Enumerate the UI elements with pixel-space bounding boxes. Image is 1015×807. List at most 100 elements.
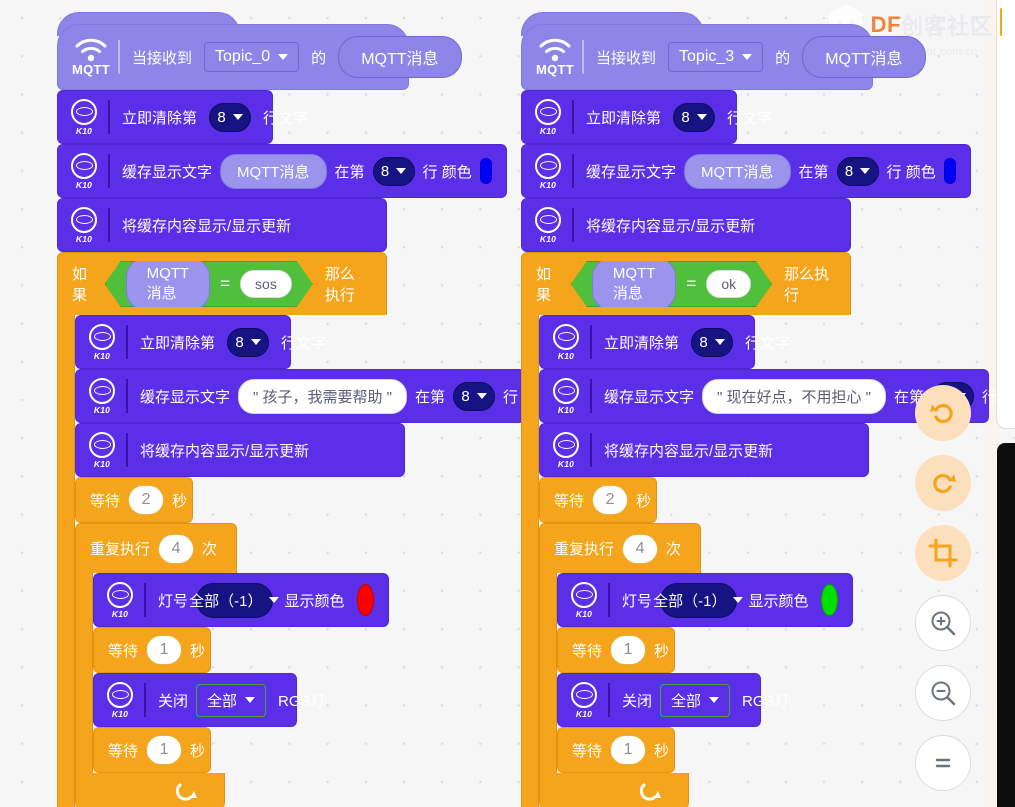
k10-device-icon: K10	[566, 580, 602, 620]
boolean-equals-block[interactable]: MQTT消息 = sos	[105, 261, 313, 307]
block-divider	[608, 683, 610, 717]
repeat-block-header[interactable]: 重复执行 4 次	[539, 523, 701, 573]
text-input-field[interactable]: " 孩子，我需要帮助 "	[238, 378, 408, 414]
dropdown-field[interactable]: 全部	[196, 683, 267, 717]
led-color-label: 显示颜色	[284, 592, 345, 610]
block-divider	[144, 583, 146, 617]
text-input-field[interactable]: " 现在好点，不用担心 "	[702, 378, 887, 414]
dropdown-value: 全部	[207, 692, 238, 710]
repeat-label: 重复执行	[90, 541, 151, 558]
clear-line-block[interactable]: K10 立即清除第 8 行文字	[57, 90, 308, 144]
dropdown-field[interactable]: 8	[227, 327, 270, 357]
reporter-block[interactable]: MQTT消息	[220, 153, 327, 189]
dropdown-field[interactable]: 8	[209, 102, 252, 132]
chevron-down-icon	[714, 339, 725, 345]
led-color-block[interactable]: K10 灯号 全部（-1） 显示颜色	[557, 573, 853, 627]
wait-block[interactable]: 等待 2 秒	[539, 477, 657, 523]
operand-input-field[interactable]: sos	[240, 270, 292, 298]
mqtt-event-hat-block[interactable]: MQTT 当接收到 Topic_3 的 MQTT消息	[521, 24, 926, 90]
k10-device-icon: K10	[66, 151, 102, 191]
if-block-header[interactable]: 如果 MQTT消息 = ok 那么执行	[521, 252, 851, 315]
wait-block[interactable]: 等待 1 秒	[93, 627, 211, 673]
number-input-field[interactable]: 4	[622, 533, 659, 564]
dropdown-field[interactable]: 8	[836, 156, 879, 186]
clear-line-block[interactable]: K10 立即清除第 8 行文字	[521, 90, 772, 144]
wait-block[interactable]: 等待 1 秒	[93, 727, 211, 773]
buffer-text-mid: 在第	[334, 163, 365, 181]
block-divider	[108, 208, 110, 242]
display-refresh-block[interactable]: K10 将缓存内容显示/显示更新	[57, 198, 387, 252]
buffer-text-prefix: 缓存显示文字	[140, 388, 231, 406]
reporter-block[interactable]: MQTT消息	[684, 153, 791, 189]
zoom-in-button[interactable]	[915, 595, 971, 651]
if-block-header[interactable]: 如果 MQTT消息 = sos 那么执行	[57, 252, 387, 315]
dropdown-field[interactable]: 8	[372, 156, 415, 186]
zoom-out-button[interactable]	[915, 665, 971, 721]
mqtt-message-reporter[interactable]: MQTT消息	[802, 36, 926, 78]
mqtt-message-reporter[interactable]: MQTT消息	[126, 257, 211, 311]
display-refresh-block[interactable]: K10 将缓存内容显示/显示更新	[521, 198, 851, 252]
dropdown-field[interactable]: 全部	[660, 683, 731, 717]
mqtt-message-reporter[interactable]: MQTT消息	[338, 36, 462, 78]
number-input-field[interactable]: 2	[592, 485, 629, 515]
wait-label: 等待	[572, 742, 603, 760]
mqtt-event-hat-block[interactable]: MQTT 当接收到 Topic_0 的 MQTT消息	[57, 24, 462, 90]
repeat-block-footer[interactable]	[539, 773, 689, 807]
dropdown-value: 全部（-1）	[189, 592, 263, 610]
dropdown-field[interactable]: 全部（-1）	[653, 582, 744, 618]
if-block-left-bar	[57, 315, 75, 807]
blockly-workspace[interactable]: DF 创客社区 mc.DFRobot.com.cn	[0, 0, 1015, 807]
number-input-field[interactable]: 4	[158, 533, 195, 564]
repeat-block-footer[interactable]	[75, 773, 225, 807]
repeat-block-header[interactable]: 重复执行 4 次	[75, 523, 237, 573]
clear-line-block[interactable]: K10 立即清除第 8 行文字	[539, 315, 790, 369]
wait-unit: 秒	[636, 492, 652, 510]
dropdown-value: 8	[681, 108, 690, 126]
dropdown-field[interactable]: 8	[453, 381, 496, 411]
buffer-text-block[interactable]: K10 缓存显示文字 MQTT消息 在第 8 行 颜色	[521, 144, 971, 198]
number-input-field[interactable]: 2	[128, 485, 165, 515]
number-input-field[interactable]: 1	[610, 735, 647, 765]
number-input-field[interactable]: 1	[146, 735, 183, 765]
dropdown-field[interactable]: 8	[691, 327, 734, 357]
wait-unit: 秒	[172, 492, 188, 510]
display-refresh-block[interactable]: K10 将缓存内容显示/显示更新	[539, 423, 869, 477]
k10-device-icon: K10	[530, 205, 566, 245]
dropdown-field[interactable]: 8	[673, 102, 716, 132]
led-color-label: 显示颜色	[748, 592, 809, 610]
k10-label: K10	[575, 608, 593, 619]
boolean-equals-block[interactable]: MQTT消息 = ok	[571, 261, 772, 307]
zoom-reset-button[interactable]	[915, 735, 971, 791]
color-swatch[interactable]	[479, 158, 492, 184]
number-input-field[interactable]: 1	[146, 635, 183, 665]
number-input-field[interactable]: 1	[610, 635, 647, 665]
workspace-toolbar[interactable]	[915, 385, 971, 805]
buffer-text-block[interactable]: K10缓存显示文字" 孩子，我需要帮助 "在第8行 颜	[75, 369, 537, 423]
block-divider	[126, 433, 128, 467]
mqtt-message-reporter[interactable]: MQTT消息	[592, 257, 677, 311]
wait-block[interactable]: 等待 1 秒	[557, 727, 675, 773]
color-swatch[interactable]	[356, 584, 374, 616]
led-color-block[interactable]: K10 灯号 全部（-1） 显示颜色	[93, 573, 389, 627]
dropdown-field[interactable]: Topic_3	[668, 42, 764, 72]
wait-block[interactable]: 等待 2 秒	[75, 477, 193, 523]
buffer-text-block[interactable]: K10 缓存显示文字 MQTT消息 在第 8 行 颜色	[57, 144, 507, 198]
led-off-block[interactable]: K10 关闭 全部 RGB灯	[93, 673, 326, 727]
fit-to-screen-button[interactable]	[915, 525, 971, 581]
display-refresh-block[interactable]: K10 将缓存内容显示/显示更新	[75, 423, 405, 477]
led-off-block[interactable]: K10 关闭 全部 RGB灯	[557, 673, 790, 727]
mqtt-label: MQTT	[535, 62, 575, 77]
color-swatch[interactable]	[820, 584, 838, 616]
wait-block[interactable]: 等待 1 秒	[557, 627, 675, 673]
redo-button[interactable]	[915, 455, 971, 511]
color-swatch[interactable]	[943, 158, 956, 184]
operand-input-field[interactable]: ok	[706, 270, 751, 298]
buffer-text-prefix: 缓存显示文字	[604, 388, 695, 406]
script-left[interactable]: MQTT 当接收到 Topic_0 的 MQTT消息 K10 立即清除第 8 行文字 K10 缓存显…	[57, 12, 537, 807]
undo-button[interactable]	[915, 385, 971, 441]
wait-label: 等待	[554, 492, 585, 510]
dropdown-field[interactable]: Topic_0	[204, 42, 300, 72]
clear-line-block[interactable]: K10 立即清除第 8 行文字	[75, 315, 326, 369]
wait-unit: 秒	[190, 742, 206, 760]
dropdown-field[interactable]: 全部（-1）	[189, 582, 280, 618]
